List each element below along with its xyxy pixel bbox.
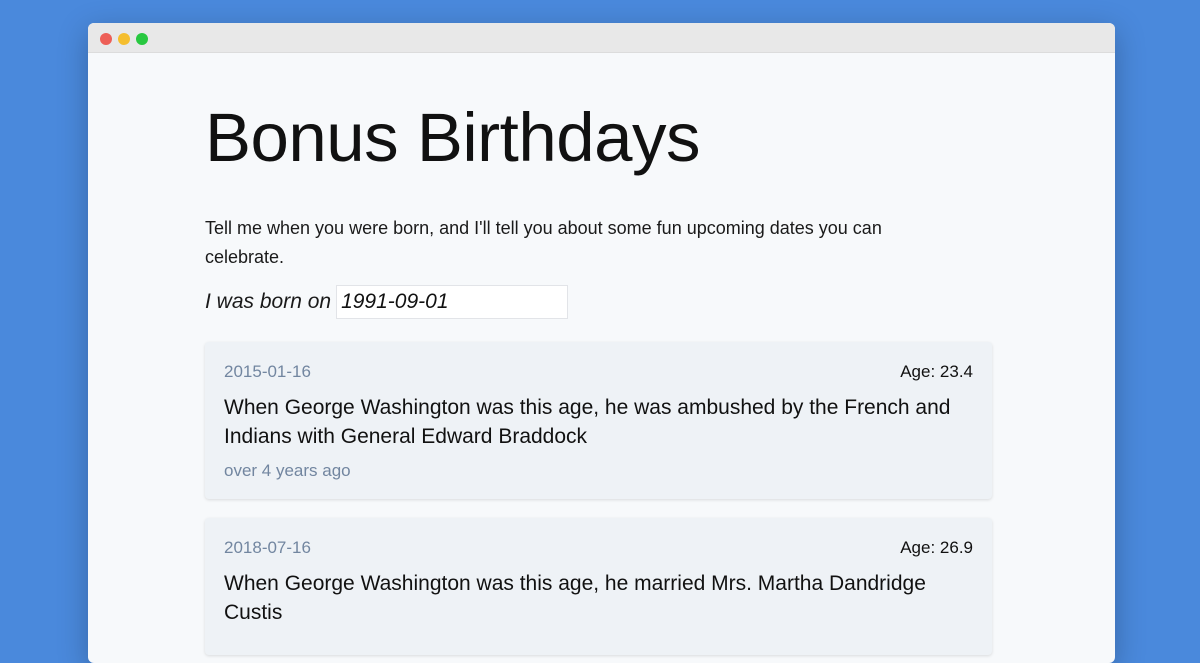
milestone-list: 2015-01-16 Age: 23.4 When George Washing…: [205, 342, 992, 663]
minimize-window-button[interactable]: [118, 33, 130, 45]
close-window-button[interactable]: [100, 33, 112, 45]
birthdate-input[interactable]: [336, 285, 569, 319]
milestone-date: 2018-07-16: [224, 538, 311, 557]
milestone-card: 2015-01-16 Age: 23.4 When George Washing…: [205, 342, 992, 499]
intro-text: Tell me when you were born, and I'll tel…: [205, 218, 882, 267]
page-title: Bonus Birthdays: [205, 99, 700, 176]
window-titlebar: [88, 23, 1115, 53]
maximize-window-button[interactable]: [136, 33, 148, 45]
browser-window: Bonus Birthdays Tell me when you were bo…: [88, 23, 1115, 663]
milestone-age: Age: 26.9: [900, 538, 973, 557]
milestone-card-header: 2018-07-16 Age: 26.9: [224, 538, 973, 558]
milestone-card-header: 2015-01-16 Age: 23.4: [224, 362, 973, 382]
milestone-description: When George Washington was this age, he …: [224, 572, 926, 624]
milestone-age: Age: 23.4: [900, 362, 973, 381]
birthdate-label: I was born on: [205, 290, 332, 313]
milestone-description: When George Washington was this age, he …: [224, 396, 951, 448]
birthdate-row: I was born on: [205, 285, 569, 319]
milestone-card: 2018-07-16 Age: 26.9 When George Washing…: [205, 518, 992, 655]
milestone-date: 2015-01-16: [224, 362, 311, 381]
milestone-relative-time: over 4 years ago: [224, 461, 351, 480]
